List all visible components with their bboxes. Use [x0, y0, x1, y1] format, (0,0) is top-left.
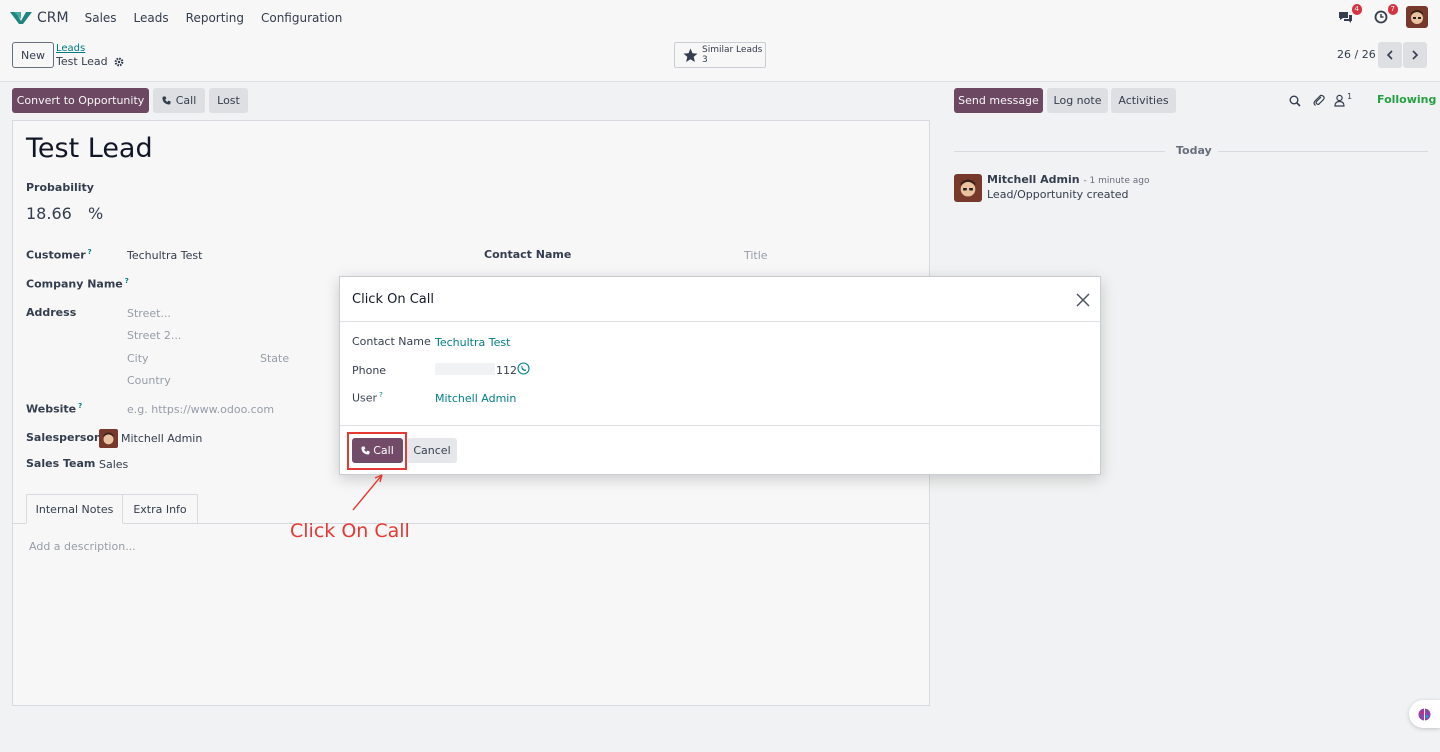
dialog-user-value[interactable]: Mitchell Admin: [435, 392, 516, 405]
annotation-arrow-icon: [352, 474, 383, 511]
dialog-phone-value[interactable]: 112: [496, 364, 517, 377]
assistant-button[interactable]: [1409, 700, 1440, 728]
phone-redacted: [435, 363, 495, 375]
annotation-highlight-box: [347, 432, 407, 470]
annotation-text: Click On Call: [290, 520, 410, 542]
dialog-contact-name-value[interactable]: Techultra Test: [435, 336, 510, 349]
whatsapp-icon[interactable]: [517, 362, 530, 375]
dialog-phone-label: Phone: [352, 364, 387, 377]
brain-icon: [1418, 708, 1431, 720]
dialog-footer: Call Cancel: [340, 425, 1100, 475]
call-dialog: Click On Call Contact Name Techultra Tes…: [339, 276, 1101, 475]
dialog-header: Click On Call: [340, 277, 1100, 322]
close-icon[interactable]: [1075, 292, 1091, 308]
dialog-cancel-button[interactable]: Cancel: [407, 438, 457, 463]
dialog-user-label: User?: [352, 391, 383, 405]
dialog-title: Click On Call: [352, 292, 434, 307]
dialog-contact-name-label: Contact Name: [352, 335, 431, 348]
